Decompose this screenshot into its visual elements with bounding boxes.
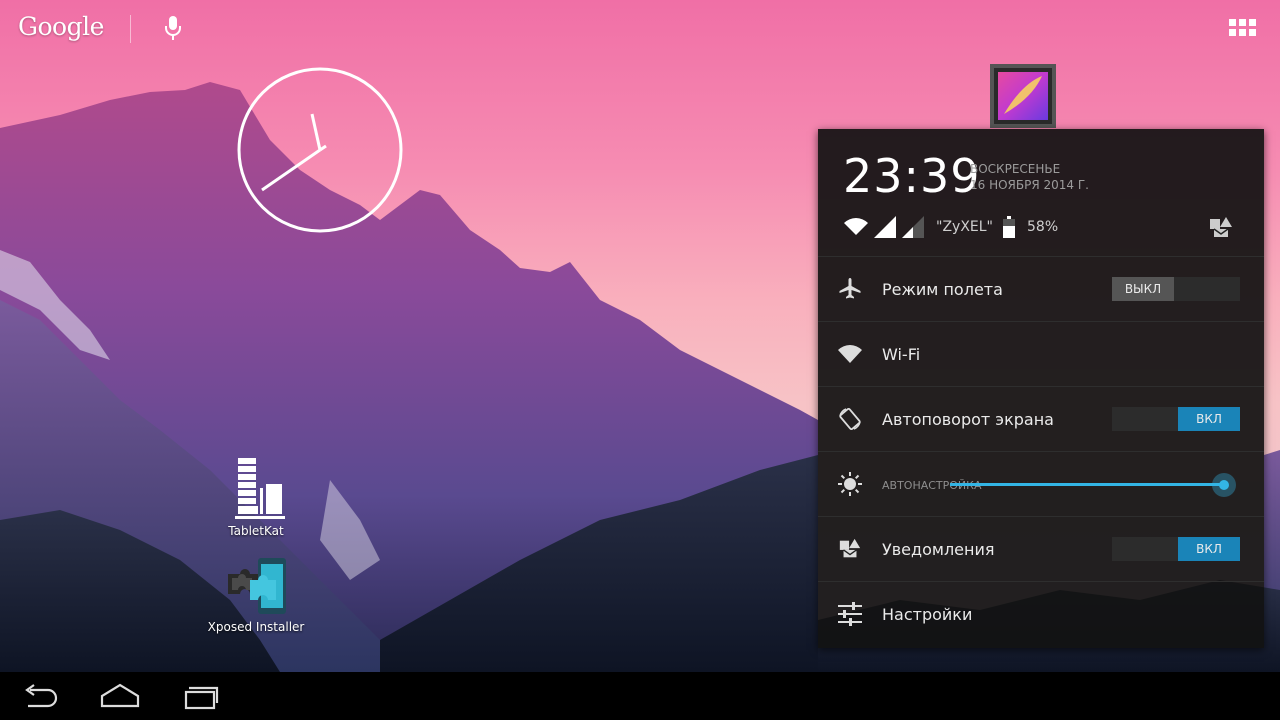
row-label: Wi-Fi bbox=[882, 344, 921, 364]
row-brightness: АВТОНАСТРОЙКА bbox=[818, 452, 1264, 517]
quick-settings-panel: 23:39 ВОСКРЕСЕНЬЕ 16 НОЯБРЯ 2014 Г. "ZyX… bbox=[818, 129, 1264, 648]
toggle-knob: ВЫКЛ bbox=[1112, 277, 1174, 301]
brightness-slider-thumb[interactable] bbox=[1212, 473, 1236, 497]
network-name: "ZyXEL" bbox=[936, 219, 993, 235]
navigation-bar bbox=[0, 672, 1280, 720]
airplane-icon bbox=[839, 278, 861, 299]
desktop-icon-label: Xposed Installer bbox=[207, 620, 305, 634]
row-label: Уведомления bbox=[882, 539, 995, 559]
brightness-slider-track[interactable] bbox=[950, 483, 1226, 486]
puzzle-phone-icon bbox=[228, 558, 286, 614]
cell-signal-icon bbox=[874, 216, 896, 238]
row-notifications[interactable]: Уведомления ВКЛ bbox=[818, 517, 1264, 582]
row-label: Настройки bbox=[882, 605, 973, 624]
apps-grid-icon[interactable] bbox=[1228, 18, 1258, 38]
quick-settings-header: 23:39 ВОСКРЕСЕНЬЕ 16 НОЯБРЯ 2014 Г. "ZyX… bbox=[818, 129, 1264, 257]
battery-icon bbox=[1003, 216, 1015, 238]
auto-rotate-toggle[interactable]: ВКЛ bbox=[1112, 407, 1240, 431]
recent-apps-icon[interactable] bbox=[180, 682, 220, 710]
row-label: Режим полета bbox=[882, 279, 1003, 299]
wifi-icon bbox=[838, 345, 862, 363]
desktop-icon-xposed-installer[interactable]: Xposed Installer bbox=[196, 556, 316, 634]
notifications-icon bbox=[839, 538, 861, 558]
row-label: Автоповорот экрана bbox=[882, 409, 1054, 429]
home-icon[interactable] bbox=[100, 682, 140, 710]
status-row: "ZyXEL" 58% bbox=[844, 215, 1058, 239]
settings-sliders-icon bbox=[838, 602, 862, 626]
notifications-toggle[interactable]: ВКЛ bbox=[1112, 537, 1240, 561]
gallery-icon[interactable] bbox=[990, 64, 1056, 128]
notifications-header-icon[interactable] bbox=[1208, 217, 1234, 239]
google-search-logo[interactable]: Google bbox=[18, 12, 104, 41]
analog-clock-widget[interactable] bbox=[236, 66, 404, 234]
brightness-icon bbox=[838, 472, 862, 496]
cell-signal-2-icon bbox=[902, 216, 924, 238]
desktop-icon-label: TabletKat bbox=[228, 524, 284, 538]
date-text: 16 НОЯБРЯ 2014 Г. bbox=[970, 178, 1089, 192]
wifi-signal-icon bbox=[844, 218, 868, 235]
back-icon[interactable] bbox=[20, 682, 60, 710]
battery-percent: 58% bbox=[1027, 219, 1059, 235]
airplane-mode-toggle[interactable]: ВЫКЛ bbox=[1112, 277, 1240, 301]
row-wifi[interactable]: Wi-Fi bbox=[818, 322, 1264, 387]
mic-icon[interactable] bbox=[162, 14, 184, 42]
row-airplane-mode[interactable]: Режим полета ВЫКЛ bbox=[818, 257, 1264, 322]
row-settings[interactable]: Настройки bbox=[818, 582, 1264, 647]
toggle-knob: ВКЛ bbox=[1178, 407, 1240, 431]
tabletkat-icon bbox=[235, 458, 285, 519]
clock-time[interactable]: 23:39 bbox=[843, 149, 981, 203]
desktop-icon-tabletkat[interactable]: TabletKat bbox=[196, 454, 316, 538]
date-block: ВОСКРЕСЕНЬЕ 16 НОЯБРЯ 2014 Г. bbox=[970, 161, 1089, 193]
toggle-knob: ВКЛ bbox=[1178, 537, 1240, 561]
search-divider bbox=[130, 15, 131, 43]
brightness-auto-label[interactable]: АВТОНАСТРОЙКА bbox=[882, 479, 982, 493]
day-of-week: ВОСКРЕСЕНЬЕ bbox=[970, 162, 1061, 176]
row-auto-rotate[interactable]: Автоповорот экрана ВКЛ bbox=[818, 387, 1264, 452]
rotate-icon bbox=[839, 407, 861, 431]
